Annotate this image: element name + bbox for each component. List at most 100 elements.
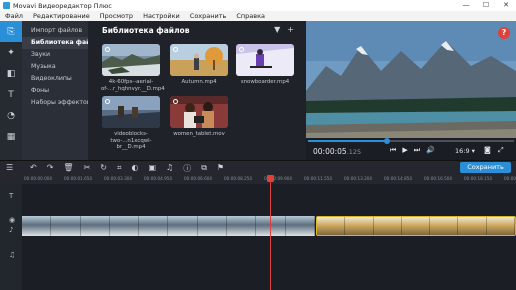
help-button[interactable]: ? — [498, 27, 510, 39]
preview-frame — [306, 21, 516, 145]
rotate-icon[interactable]: ↻ — [100, 163, 107, 174]
preview-player[interactable]: ? — [306, 21, 516, 145]
minimize-button[interactable]: — — [456, 0, 476, 11]
category-import[interactable]: Импорт файлов — [22, 25, 88, 37]
clip-frame — [227, 216, 257, 236]
ruler-tick: 00:00:04.950 — [144, 176, 173, 181]
skip-back-icon[interactable]: ⏮ — [390, 146, 396, 155]
split-icon[interactable]: ⧉ — [201, 163, 207, 174]
play-icon[interactable]: ▶ — [402, 146, 407, 155]
maximize-button[interactable]: ☐ — [476, 0, 496, 11]
select-checkbox[interactable] — [239, 47, 244, 52]
seek-handle[interactable] — [384, 138, 391, 144]
save-button[interactable]: Сохранить — [460, 162, 511, 173]
menu-file[interactable]: Файл — [0, 12, 28, 20]
ruler-tick: 00:00:16.500 — [424, 176, 453, 181]
select-checkbox[interactable] — [105, 99, 110, 104]
menu-view[interactable]: Просмотр — [95, 12, 138, 20]
library-item-thumbnail[interactable] — [170, 44, 228, 76]
effects-icon[interactable]: ✦ — [0, 42, 22, 63]
seek-bar[interactable] — [308, 138, 514, 144]
library-item-thumbnail[interactable] — [102, 96, 160, 128]
timeline-tracks[interactable] — [0, 184, 516, 290]
audio-icon[interactable]: ♫ — [166, 163, 173, 174]
more-icon[interactable]: ▦ — [0, 126, 22, 147]
cut-icon[interactable]: ✂ — [84, 163, 91, 174]
title-bar: Movavi Видеоредактор Плюс — ☐ ✕ — [0, 0, 516, 11]
menu-save[interactable]: Сохранить — [185, 12, 232, 20]
clip-frame — [168, 216, 198, 236]
audio-track-icon[interactable]: ♫ — [9, 251, 15, 259]
select-checkbox[interactable] — [173, 99, 178, 104]
library-item-thumbnail[interactable] — [170, 96, 228, 128]
fullscreen-icon[interactable]: ⤢ — [498, 146, 504, 155]
media-icon[interactable]: ▣ — [148, 163, 156, 174]
add-icon[interactable]: + — [287, 25, 294, 34]
category-music[interactable]: Музыка — [22, 61, 88, 73]
aspect-ratio-select[interactable]: 16:9 ▾ — [455, 147, 475, 155]
clip-frame — [256, 216, 286, 236]
ruler-tick: 00:00:00.000 — [24, 176, 53, 181]
app-icon — [3, 2, 10, 9]
info-icon[interactable]: ⓘ — [183, 163, 191, 174]
video-mute-icon[interactable]: ♪ — [9, 226, 13, 234]
library-item-caption: snowboarder.mp4 — [240, 79, 290, 85]
snapshot-icon[interactable]: ◙ — [484, 146, 491, 154]
select-checkbox[interactable] — [105, 47, 110, 52]
menu-help[interactable]: Справка — [231, 12, 270, 20]
crop-icon[interactable]: ⌗ — [117, 163, 122, 174]
clip-frame — [345, 217, 374, 235]
ruler-tick: 00:00:06.600 — [184, 176, 213, 181]
select-checkbox[interactable] — [173, 47, 178, 52]
clip-frame — [285, 216, 315, 236]
clip-frame — [458, 217, 487, 235]
category-effect-packs[interactable]: Наборы эффектов — [22, 97, 90, 109]
track-headers: T ◉ ♪ ♫ — [0, 184, 22, 290]
ruler-tick: 00:00:11.550 — [304, 176, 333, 181]
timeline-ruler[interactable]: 00:00:00.000 00:00:01.650 00:00:03.300 00:0… — [0, 174, 516, 184]
text-track-icon[interactable]: T — [9, 192, 13, 200]
ruler-tick: 00:00:19.800 — [504, 176, 516, 181]
transitions-icon[interactable]: ◧ — [0, 63, 22, 84]
redo-icon[interactable]: ↷ — [47, 163, 54, 174]
ruler-tick: 00:00:01.650 — [64, 176, 93, 181]
menu-settings[interactable]: Настройки — [138, 12, 185, 20]
ruler-tick: 00:00:08.250 — [224, 176, 253, 181]
clip-frame — [197, 216, 228, 236]
window-title: Movavi Видеоредактор Плюс — [13, 1, 112, 10]
ruler-tick: 00:00:18.150 — [464, 176, 493, 181]
import-icon[interactable]: ⎘ — [0, 21, 22, 42]
library-item-thumbnail[interactable] — [102, 44, 160, 76]
video-clip-autumn[interactable] — [316, 216, 516, 236]
skip-forward-icon[interactable]: ⏭ — [414, 146, 420, 155]
marker-icon[interactable]: ⚑ — [217, 163, 224, 174]
delete-icon[interactable]: 🗑 — [63, 163, 73, 174]
menu-edit[interactable]: Редактирование — [28, 12, 95, 20]
volume-icon[interactable]: 🔊 — [426, 146, 435, 155]
titles-icon[interactable]: T — [0, 84, 22, 105]
video-clip-aerial[interactable] — [22, 216, 315, 236]
clip-frame — [109, 216, 140, 236]
category-sounds[interactable]: Звуки — [22, 49, 88, 61]
library-item-caption: women_tablet.mov — [173, 131, 225, 137]
stickers-icon[interactable]: ◔ — [0, 105, 22, 126]
track-settings-icon[interactable]: ☰ — [6, 163, 13, 172]
clip-frame — [401, 217, 431, 235]
clip-frame — [486, 217, 515, 235]
clip-frame — [430, 217, 459, 235]
video-track-icon[interactable]: ◉ — [9, 216, 15, 224]
clip-frame — [317, 217, 346, 235]
category-panel: Импорт файлов Библиотека файлов Звуки Му… — [22, 21, 103, 160]
library-item-thumbnail[interactable] — [236, 44, 294, 76]
ruler-tick: 00:00:14.850 — [384, 176, 413, 181]
category-library[interactable]: Библиотека файлов — [22, 37, 103, 49]
close-button[interactable]: ✕ — [496, 0, 516, 11]
category-backgrounds[interactable]: Фоны — [22, 85, 88, 97]
category-videoclips[interactable]: Видеоклипы — [22, 73, 88, 85]
color-icon[interactable]: ◐ — [131, 163, 138, 174]
filter-icon[interactable]: ▼ — [274, 25, 280, 34]
player-controls: 00:00:05.125 ⏮ ▶ ⏭ 🔊 16:9 ▾ ◙ ⤢ — [306, 138, 516, 160]
undo-icon[interactable]: ↶ — [30, 163, 37, 174]
playhead[interactable] — [267, 175, 274, 290]
clip-frame — [139, 216, 169, 236]
